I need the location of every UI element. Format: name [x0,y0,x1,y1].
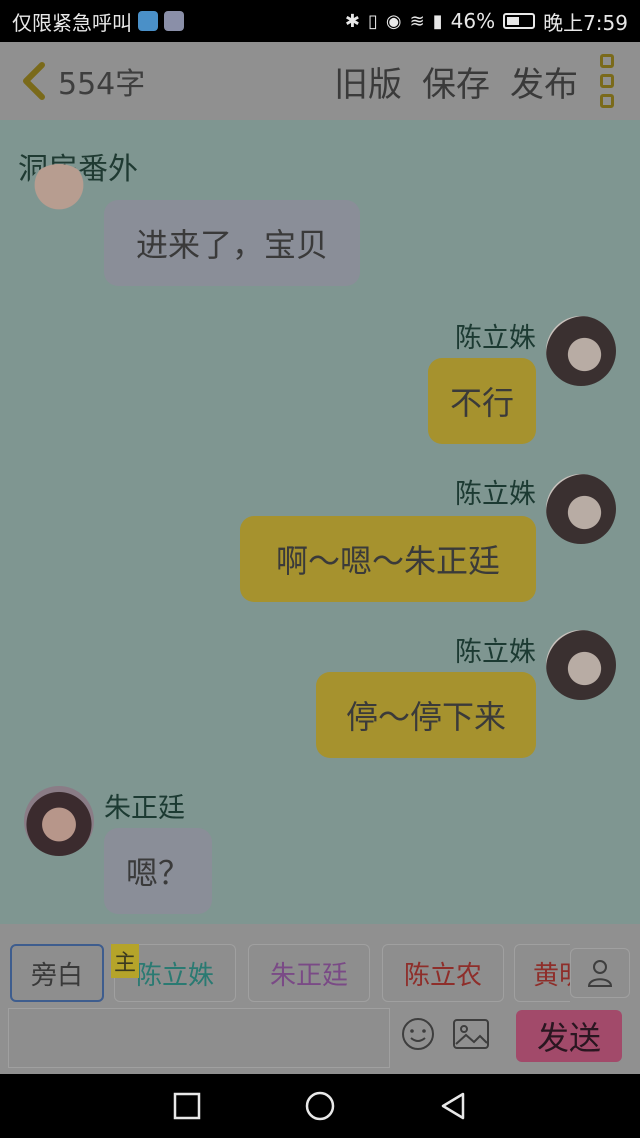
character-selector[interactable]: 旁白 陈立姝 朱正廷 陈立农 黄明 [0,942,570,1004]
back-triangle-icon[interactable] [433,1086,473,1126]
more-menu-icon[interactable] [600,54,622,108]
character-manage-button[interactable] [570,948,630,998]
message-input[interactable] [8,1008,390,1068]
carrier-text: 仅限紧急呼叫 [12,10,132,35]
recents-square-icon[interactable] [167,1086,207,1126]
system-nav-bar [0,1074,640,1138]
save-button[interactable]: 保存 [422,57,490,106]
status-bar: 仅限紧急呼叫 ✱ ▯ ◉ ≋ ▮ 46% 晚上7:59 [0,0,640,42]
sim-alert-icon: ▮ [432,10,443,32]
battery-percent: 46% [450,9,496,33]
bluetooth-icon: ✱ [344,10,360,32]
editor-screen: 554字 旧版 保存 发布 洞房番外 进来了，宝贝 陈立姝 不行 陈立姝 啊～嗯… [0,42,640,1074]
character-chip[interactable]: 朱正廷 [248,944,370,1002]
emoji-icon[interactable] [400,1016,436,1052]
header-actions: 旧版 保存 发布 [334,57,578,106]
eye-icon: ◉ [385,10,402,32]
app-notification-icon [138,11,158,31]
avatar[interactable] [24,786,94,856]
old-version-button[interactable]: 旧版 [334,57,402,106]
vibrate-icon: ▯ [368,10,378,32]
speaker-name: 陈立姝 [455,637,536,668]
wifi-icon: ≋ [409,10,425,32]
speaker-name: 陈立姝 [455,479,536,510]
speaker-name: 朱正廷 [104,793,185,824]
status-right: ✱ ▯ ◉ ≋ ▮ 46% 晚上7:59 [345,7,628,36]
message-bubble[interactable]: 嗯？ [104,828,212,914]
main-character-tag: 主 [111,944,139,978]
avatar[interactable] [546,316,616,386]
status-time: 晚上7:59 [543,10,628,35]
message-bubble[interactable]: 啊～嗯～朱正廷 [240,516,536,602]
character-chip-narrator[interactable]: 旁白 [10,944,104,1002]
character-chip[interactable]: 黄明 [514,944,570,1002]
avatar[interactable] [24,164,94,234]
character-chip[interactable]: 陈立农 [382,944,504,1002]
speaker-name: 陈立姝 [455,323,536,354]
image-icon[interactable] [452,1018,490,1050]
word-count: 554字 [58,67,146,102]
chat-area[interactable]: 洞房番外 进来了，宝贝 陈立姝 不行 陈立姝 啊～嗯～朱正廷 陈立姝 停～停下来… [0,120,640,924]
app-notification-icon-2 [164,11,184,31]
message-bubble[interactable]: 不行 [428,358,536,444]
home-circle-icon[interactable] [300,1086,340,1126]
message-bubble[interactable]: 进来了，宝贝 [104,200,360,286]
send-button[interactable]: 发送 [516,1010,622,1062]
user-icon [587,960,613,987]
message-bubble[interactable]: 停～停下来 [316,672,536,758]
publish-button[interactable]: 发布 [510,57,578,106]
input-panel: 旁白 陈立姝 朱正廷 陈立农 黄明 主 发送 [0,924,640,1074]
status-left: 仅限紧急呼叫 [12,7,184,36]
avatar[interactable] [546,630,616,700]
avatar[interactable] [546,474,616,544]
top-bar: 554字 旧版 保存 发布 [0,42,640,120]
battery-icon [503,13,536,29]
back-chevron-icon[interactable] [18,61,48,101]
